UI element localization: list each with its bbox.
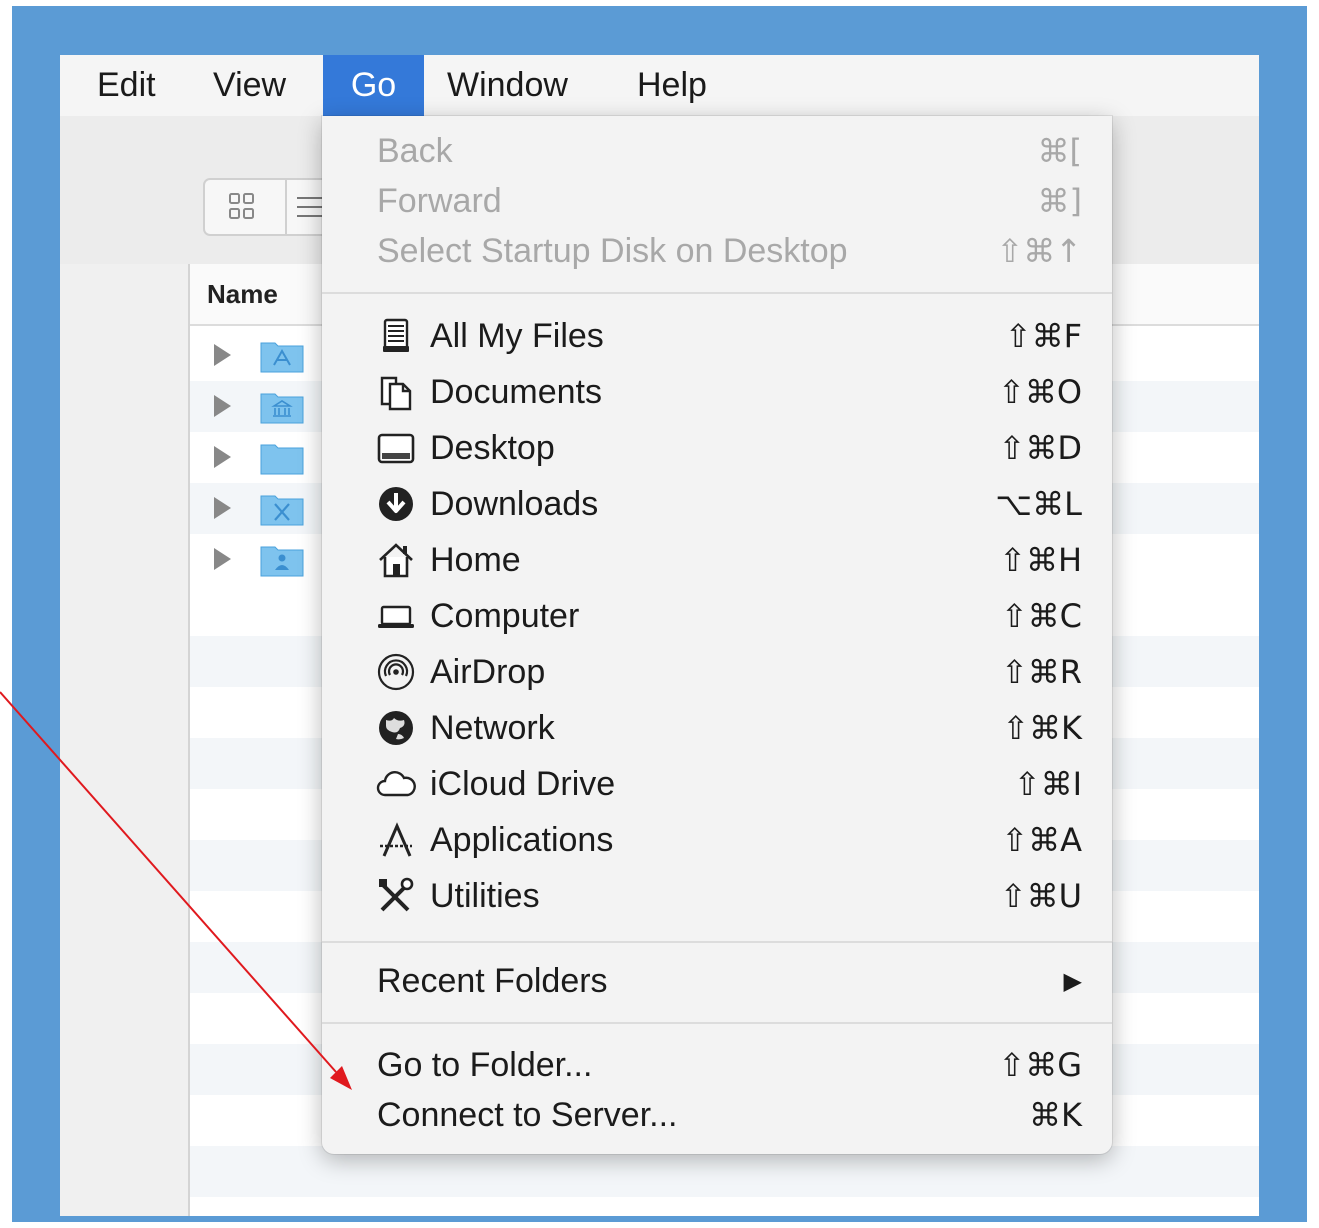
annotation-arrow (0, 691, 352, 1090)
